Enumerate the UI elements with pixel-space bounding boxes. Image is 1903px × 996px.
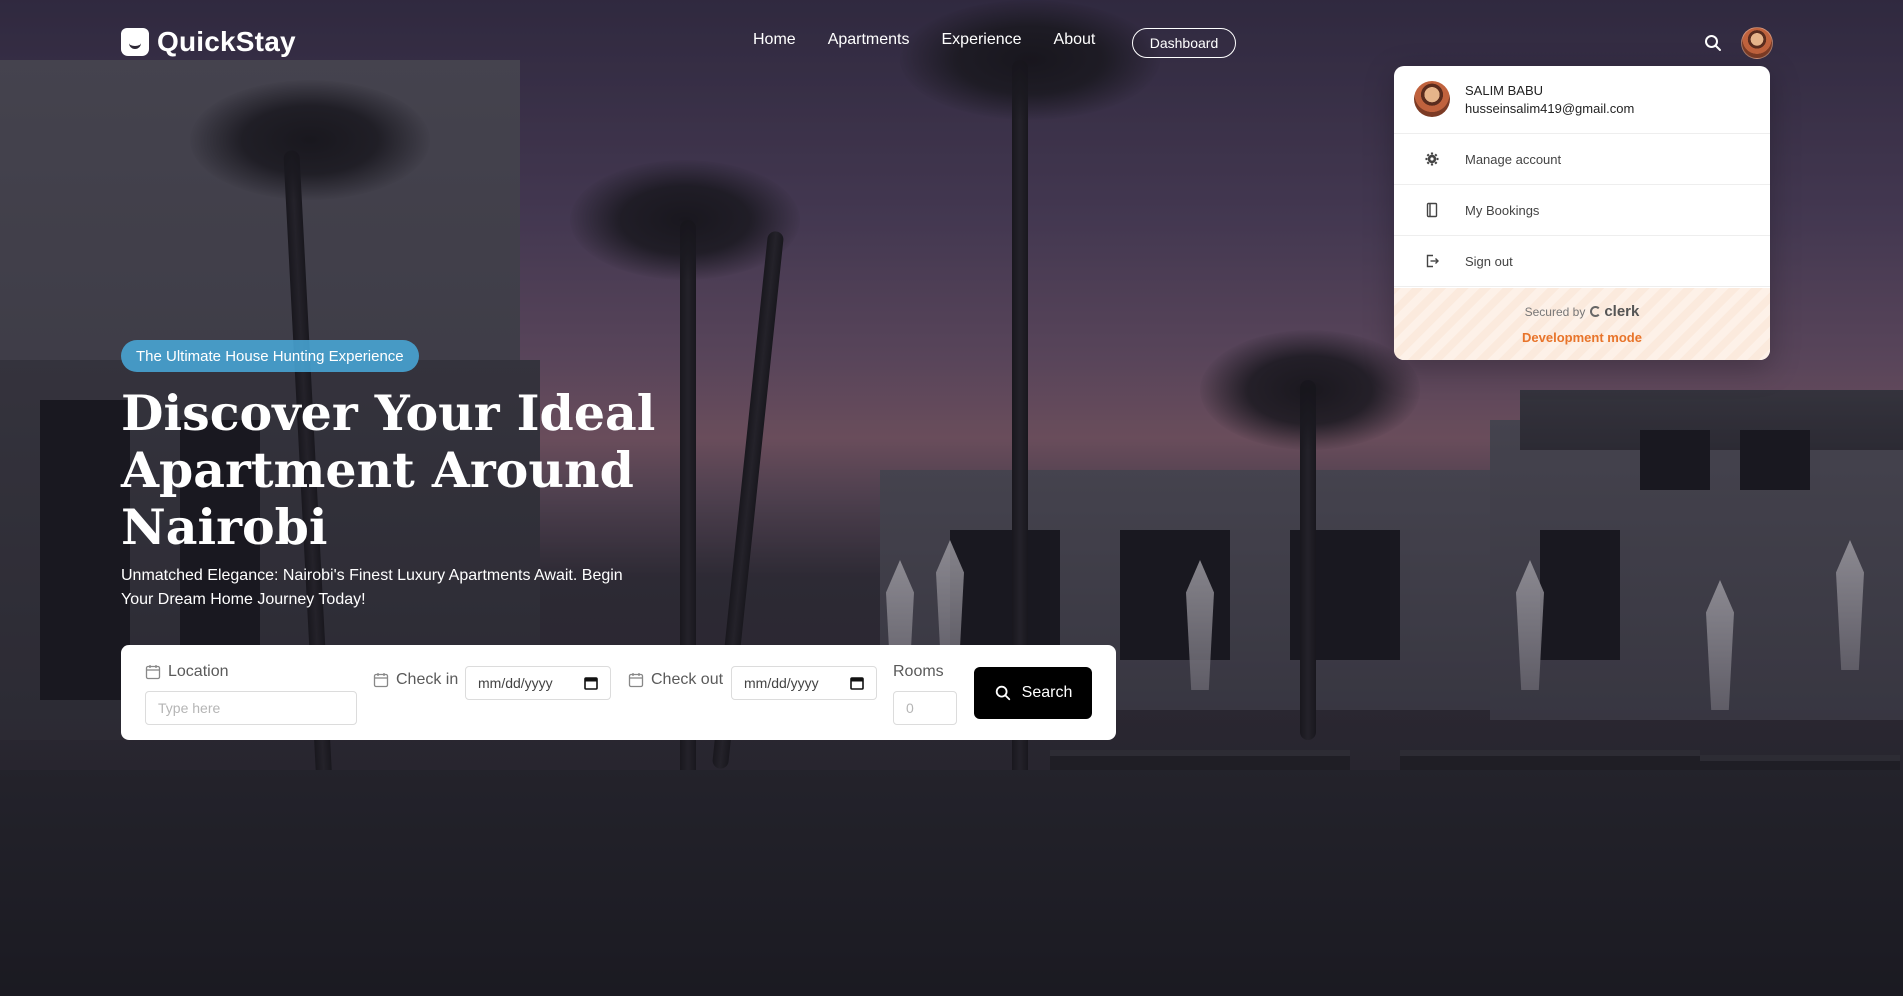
- home-logo-icon: [121, 28, 149, 56]
- user-email: husseinsalim419@gmail.com: [1465, 101, 1635, 116]
- nav-link-experience[interactable]: Experience: [942, 31, 1022, 49]
- clerk-logo-icon: [1590, 306, 1602, 317]
- book-icon: [1426, 202, 1438, 218]
- development-mode-badge: Development mode: [1522, 330, 1642, 345]
- hero-badge: The Ultimate House Hunting Experience: [121, 340, 419, 372]
- sign-out-icon: [1426, 254, 1439, 268]
- user-menu-dropdown: SALIM BABU husseinsalim419@gmail.com Man…: [1394, 66, 1770, 360]
- date-picker-icon[interactable]: [584, 676, 598, 690]
- search-form: Location Check in mm/dd/yyyy Check out m…: [121, 645, 1116, 740]
- nav-link-apartments[interactable]: Apartments: [828, 31, 910, 49]
- menu-item-my-bookings[interactable]: My Bookings: [1394, 185, 1770, 236]
- menu-item-manage-account[interactable]: Manage account: [1394, 134, 1770, 185]
- user-profile-header: SALIM BABU husseinsalim419@gmail.com: [1394, 66, 1770, 134]
- search-button[interactable]: Search: [974, 667, 1092, 719]
- avatar: [1414, 81, 1450, 117]
- check-in-date-input[interactable]: mm/dd/yyyy: [465, 666, 611, 700]
- calendar-icon: [373, 673, 389, 688]
- secured-by-text: Secured by clerk: [1524, 303, 1640, 320]
- date-picker-icon[interactable]: [850, 676, 864, 690]
- gear-icon: [1425, 152, 1439, 166]
- rooms-label: Rooms: [893, 663, 944, 680]
- hero-subtitle: Unmatched Elegance: Nairobi's Finest Lux…: [121, 567, 623, 608]
- check-out-label: Check out: [628, 671, 723, 689]
- rooms-input[interactable]: [893, 691, 957, 725]
- clerk-logo[interactable]: clerk: [1590, 303, 1639, 320]
- nav-links: Home Apartments Experience About: [753, 31, 1095, 49]
- nav-link-about[interactable]: About: [1054, 31, 1096, 49]
- menu-item-sign-out[interactable]: Sign out: [1394, 236, 1770, 287]
- search-icon[interactable]: [1703, 33, 1723, 53]
- user-name: SALIM BABU: [1465, 83, 1544, 98]
- location-input[interactable]: [145, 691, 357, 725]
- hero-title: Discover Your Ideal Apartment Around Nai…: [121, 384, 656, 556]
- calendar-icon: [145, 665, 161, 680]
- user-avatar-button[interactable]: [1741, 27, 1773, 59]
- search-icon: [995, 685, 1010, 701]
- check-out-date-input[interactable]: mm/dd/yyyy: [731, 666, 877, 700]
- check-in-label: Check in: [373, 671, 458, 689]
- calendar-icon: [628, 673, 644, 688]
- brand-logo[interactable]: QuickStay: [121, 26, 296, 58]
- dashboard-button[interactable]: Dashboard: [1132, 28, 1236, 58]
- brand-name: QuickStay: [157, 26, 296, 57]
- dropdown-footer: Secured by clerk Development mode: [1394, 288, 1770, 360]
- location-label: Location: [145, 663, 229, 681]
- nav-link-home[interactable]: Home: [753, 31, 796, 49]
